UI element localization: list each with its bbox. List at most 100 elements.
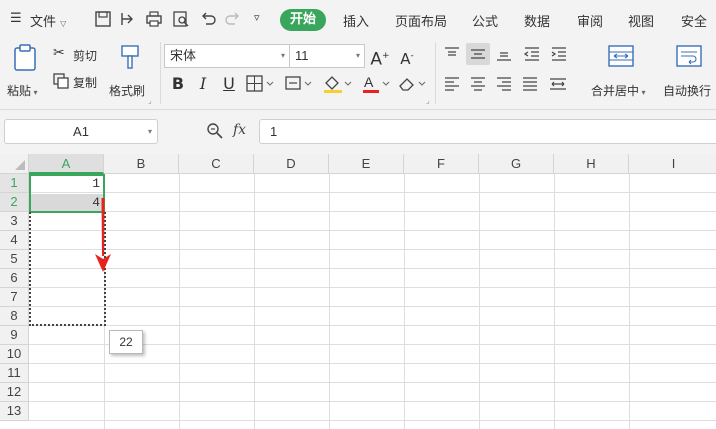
row-header-12[interactable]: 12 (0, 383, 29, 402)
wrap-text-button[interactable]: 自动换行 (660, 44, 716, 102)
clipboard-launcher-icon[interactable]: ⌟ (148, 96, 152, 105)
drag-arrow-icon (95, 198, 111, 272)
italic-icon[interactable]: I (192, 73, 214, 95)
justify-icon[interactable] (520, 74, 540, 94)
bold-icon[interactable]: B (167, 73, 189, 95)
font-launcher-icon[interactable]: ⌟ (426, 96, 430, 105)
row-header-7[interactable]: 7 (0, 288, 29, 307)
row-header-11[interactable]: 11 (0, 364, 29, 383)
merge-center-button[interactable]: 合并居中 ▾ (588, 44, 654, 102)
underline-icon[interactable]: U (218, 73, 240, 95)
align-bottom-icon[interactable] (494, 44, 514, 64)
row-header-1[interactable]: 1 (0, 174, 29, 193)
copy-button[interactable]: 复制 (53, 72, 103, 92)
redo-icon[interactable] (224, 10, 242, 28)
row-header-2[interactable]: 2 (0, 193, 29, 212)
print-icon[interactable] (145, 10, 163, 28)
column-header-i[interactable]: I (629, 154, 716, 174)
cut-button[interactable]: ✂ 剪切 (53, 45, 103, 65)
gridline (254, 174, 255, 429)
fill-color-icon[interactable] (322, 74, 354, 94)
cell-a1[interactable]: 1 (31, 176, 100, 191)
row-header-5[interactable]: 5 (0, 250, 29, 269)
ribbon: 粘贴 ▾ ✂ 剪切 复制 格式刷 ⌟ 宋体 ▾ 11 ▾ A+ A- B I U A… (0, 38, 716, 110)
tab-insert[interactable]: 插入 (343, 11, 369, 30)
tab-formulas[interactable]: 公式 (472, 11, 498, 30)
row-header-4[interactable]: 4 (0, 231, 29, 250)
quick-access-more-icon[interactable]: ▿ (254, 11, 260, 24)
row-header-8[interactable]: 8 (0, 307, 29, 326)
increase-font-size-icon[interactable]: A+ (369, 45, 391, 70)
tab-home[interactable]: 开始 (280, 9, 326, 31)
decrease-indent-icon[interactable] (522, 44, 542, 64)
align-top-icon[interactable] (442, 44, 462, 64)
hamburger-icon[interactable]: ☰ (10, 11, 22, 26)
print-preview-icon[interactable] (172, 10, 190, 28)
column-header-d[interactable]: D (254, 154, 329, 174)
row-header-9[interactable]: 9 (0, 326, 29, 345)
svg-text:A: A (364, 74, 374, 90)
increase-indent-icon[interactable] (549, 44, 569, 64)
gridline (29, 401, 716, 402)
font-name-select[interactable]: 宋体 ▾ (164, 44, 290, 68)
undo-icon[interactable] (199, 10, 217, 28)
merge-cells-icon (608, 45, 634, 67)
wrap-text-icon (676, 45, 702, 67)
gridline (29, 287, 716, 288)
gridline (29, 192, 716, 193)
gridline (29, 249, 716, 250)
column-header-h[interactable]: H (554, 154, 629, 174)
font-color-icon[interactable]: A (361, 74, 393, 94)
name-box[interactable]: A1 ▾ (4, 119, 158, 144)
clear-format-icon[interactable] (397, 75, 429, 93)
paintbrush-icon (121, 45, 139, 69)
formula-input[interactable]: 1 (259, 119, 716, 144)
column-header-c[interactable]: C (179, 154, 254, 174)
export-icon[interactable] (118, 10, 136, 28)
row-header-13[interactable]: 13 (0, 402, 29, 421)
scissors-icon: ✂ (53, 45, 65, 61)
distributed-align-icon[interactable] (547, 74, 569, 94)
gridline (29, 211, 716, 212)
tab-security[interactable]: 安全 (681, 11, 707, 30)
align-right-icon[interactable] (494, 74, 514, 94)
paste-button[interactable]: 粘贴 ▾ (7, 44, 42, 102)
align-center-icon[interactable] (468, 74, 488, 94)
select-all-corner[interactable] (0, 154, 29, 174)
align-middle-icon[interactable] (466, 43, 490, 65)
spreadsheet-grid: A B C D E F G H I 1 2 3 4 5 6 7 8 9 10 1… (0, 154, 716, 429)
column-header-f[interactable]: F (404, 154, 479, 174)
decrease-font-size-icon[interactable]: A- (396, 45, 418, 68)
row-header-3[interactable]: 3 (0, 212, 29, 231)
font-size-select[interactable]: 11 ▾ (289, 44, 365, 68)
cell-style-icon[interactable] (285, 75, 315, 93)
row-header-6[interactable]: 6 (0, 269, 29, 288)
separator (435, 42, 436, 104)
borders-icon[interactable] (246, 75, 276, 93)
cell-a2[interactable]: 4 (31, 195, 100, 210)
format-painter-button[interactable]: 格式刷 (107, 44, 153, 102)
zoom-icon[interactable] (206, 122, 224, 140)
row-header-10[interactable]: 10 (0, 345, 29, 364)
tab-data[interactable]: 数据 (524, 11, 550, 30)
gridline (404, 174, 405, 429)
insert-function-icon[interactable]: fx (233, 122, 246, 138)
column-header-g[interactable]: G (479, 154, 554, 174)
column-header-b[interactable]: B (104, 154, 179, 174)
align-left-icon[interactable] (442, 74, 462, 94)
gridline (29, 325, 716, 326)
tab-page-layout[interactable]: 页面布局 (395, 11, 447, 30)
gridline (29, 382, 716, 383)
tab-review[interactable]: 审阅 (577, 11, 603, 30)
menu-bar: ☰ 文件 ▽ ▿ 开始 插入 页面布局 公式 数据 审阅 视图 安全 (0, 0, 716, 38)
paste-icon (14, 44, 36, 71)
gridline (179, 174, 180, 429)
tab-view[interactable]: 视图 (628, 11, 654, 30)
column-header-a[interactable]: A (29, 154, 104, 174)
copy-icon (53, 73, 69, 89)
gridline (629, 174, 630, 429)
save-icon[interactable] (94, 10, 112, 28)
file-menu[interactable]: 文件 ▽ (30, 11, 66, 30)
gridline (29, 230, 716, 231)
column-header-e[interactable]: E (329, 154, 404, 174)
